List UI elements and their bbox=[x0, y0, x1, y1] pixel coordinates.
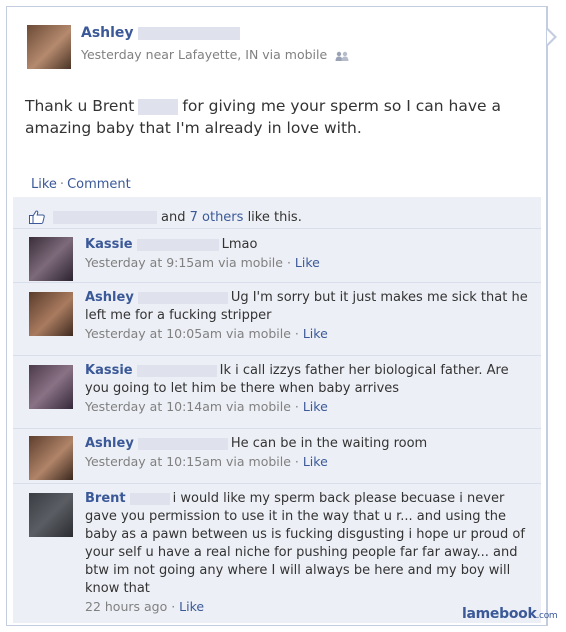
comment-meta: Yesterday at 9:15am via mobile · Like bbox=[85, 255, 320, 270]
poster-name-row: Ashley bbox=[81, 25, 240, 41]
like-link[interactable]: Like bbox=[31, 177, 57, 192]
post-meta: Yesterday near Lafayette, IN via mobile bbox=[81, 47, 349, 62]
comment-body: Ashley Ug I'm sorry but it just makes me … bbox=[85, 289, 531, 344]
watermark-brand: lamebook bbox=[462, 606, 537, 622]
comment-meta: Yesterday at 10:14am via mobile · Like bbox=[85, 399, 328, 414]
comment-text: i would like my sperm back please becuas… bbox=[85, 491, 525, 596]
story-header: Ashley Yesterday near Lafayette, IN via … bbox=[21, 21, 541, 81]
comment-meta: 22 hours ago · Like bbox=[85, 599, 205, 614]
status-message: Thank u Brent for giving me your sperm so… bbox=[25, 95, 535, 139]
comment-like-link[interactable]: Like bbox=[179, 599, 204, 614]
comment-meta: Yesterday at 10:15am via mobile · Like bbox=[85, 454, 328, 469]
comment-body: Ashley He can be in the waiting room Yest… bbox=[85, 435, 531, 472]
card-pointer-inner bbox=[547, 30, 554, 44]
commenter-name[interactable]: Kassie bbox=[85, 363, 133, 378]
commenter-name[interactable]: Ashley bbox=[85, 290, 134, 305]
commenter-name[interactable]: Kassie bbox=[85, 237, 133, 252]
comment-like-link[interactable]: Like bbox=[303, 326, 328, 341]
friends-icon bbox=[335, 51, 349, 61]
story-actions: Like · Comment bbox=[31, 177, 131, 192]
comment-text: Lmao bbox=[221, 237, 258, 252]
comment-item: Ashley Ug I'm sorry but it just makes me … bbox=[13, 284, 541, 356]
redacted-surname bbox=[137, 291, 228, 304]
poster-name[interactable]: Ashley bbox=[81, 25, 134, 41]
comment-body: Kassie Lmao Yesterday at 9:15am via mobil… bbox=[85, 236, 531, 273]
likes-sentence: and 7 others like this. bbox=[13, 203, 541, 229]
commenter-avatar[interactable] bbox=[29, 436, 73, 480]
redacted-name bbox=[138, 98, 179, 115]
comment-item: Kassie Ik i call izzys father her biologi… bbox=[13, 357, 541, 429]
comment-item: Brent i would like my sperm back please b… bbox=[13, 485, 541, 623]
commenter-avatar[interactable] bbox=[29, 493, 73, 537]
comment-item: Kassie Lmao Yesterday at 9:15am via mobil… bbox=[13, 231, 541, 283]
redacted-liker bbox=[53, 211, 157, 224]
comment-item: Ashley He can be in the waiting room Yest… bbox=[13, 430, 541, 484]
commenter-name[interactable]: Brent bbox=[85, 491, 126, 506]
comment-time: Yesterday at 9:15am via mobile bbox=[85, 255, 283, 270]
comment-time: Yesterday at 10:15am via mobile bbox=[85, 454, 291, 469]
redacted-surname bbox=[129, 492, 170, 505]
feedback-box: and 7 others like this. Kassie Lmao Yeste… bbox=[13, 197, 541, 623]
redacted-surname bbox=[137, 437, 228, 450]
comment-time: 22 hours ago bbox=[85, 599, 168, 614]
commenter-avatar[interactable] bbox=[29, 365, 73, 409]
comment-time: Yesterday at 10:05am via mobile bbox=[85, 326, 291, 341]
comment-link[interactable]: Comment bbox=[67, 177, 131, 192]
poster-avatar[interactable] bbox=[27, 25, 71, 69]
comment-body: Brent i would like my sperm back please b… bbox=[85, 490, 531, 617]
comment-text: He can be in the waiting room bbox=[230, 436, 428, 451]
redacted-surname bbox=[136, 238, 219, 251]
redacted-surname bbox=[137, 26, 240, 40]
likes-suffix: like this. bbox=[247, 210, 302, 225]
likes-text: and 7 others like this. bbox=[53, 210, 302, 225]
action-separator: · bbox=[59, 177, 65, 192]
post-meta-text: Yesterday near Lafayette, IN via mobile bbox=[81, 47, 328, 62]
watermark: lamebook.com bbox=[462, 606, 558, 622]
comment-like-link[interactable]: Like bbox=[295, 255, 320, 270]
commenter-avatar[interactable] bbox=[29, 237, 73, 281]
comment-body: Kassie Ik i call izzys father her biologi… bbox=[85, 362, 531, 417]
comment-like-link[interactable]: Like bbox=[303, 454, 328, 469]
thumbs-up-icon[interactable] bbox=[29, 210, 45, 224]
watermark-tld: .com bbox=[536, 611, 558, 621]
commenter-name[interactable]: Ashley bbox=[85, 436, 134, 451]
status-text-1: Thank u Brent bbox=[25, 97, 135, 115]
commenter-avatar[interactable] bbox=[29, 292, 73, 336]
comment-like-link[interactable]: Like bbox=[303, 399, 328, 414]
comment-meta: Yesterday at 10:05am via mobile · Like bbox=[85, 326, 328, 341]
likes-and: and bbox=[161, 210, 186, 225]
comment-time: Yesterday at 10:14am via mobile bbox=[85, 399, 291, 414]
story-card: Ashley Yesterday near Lafayette, IN via … bbox=[6, 6, 548, 626]
likes-others-link[interactable]: 7 others bbox=[190, 210, 244, 225]
redacted-surname bbox=[136, 364, 217, 377]
